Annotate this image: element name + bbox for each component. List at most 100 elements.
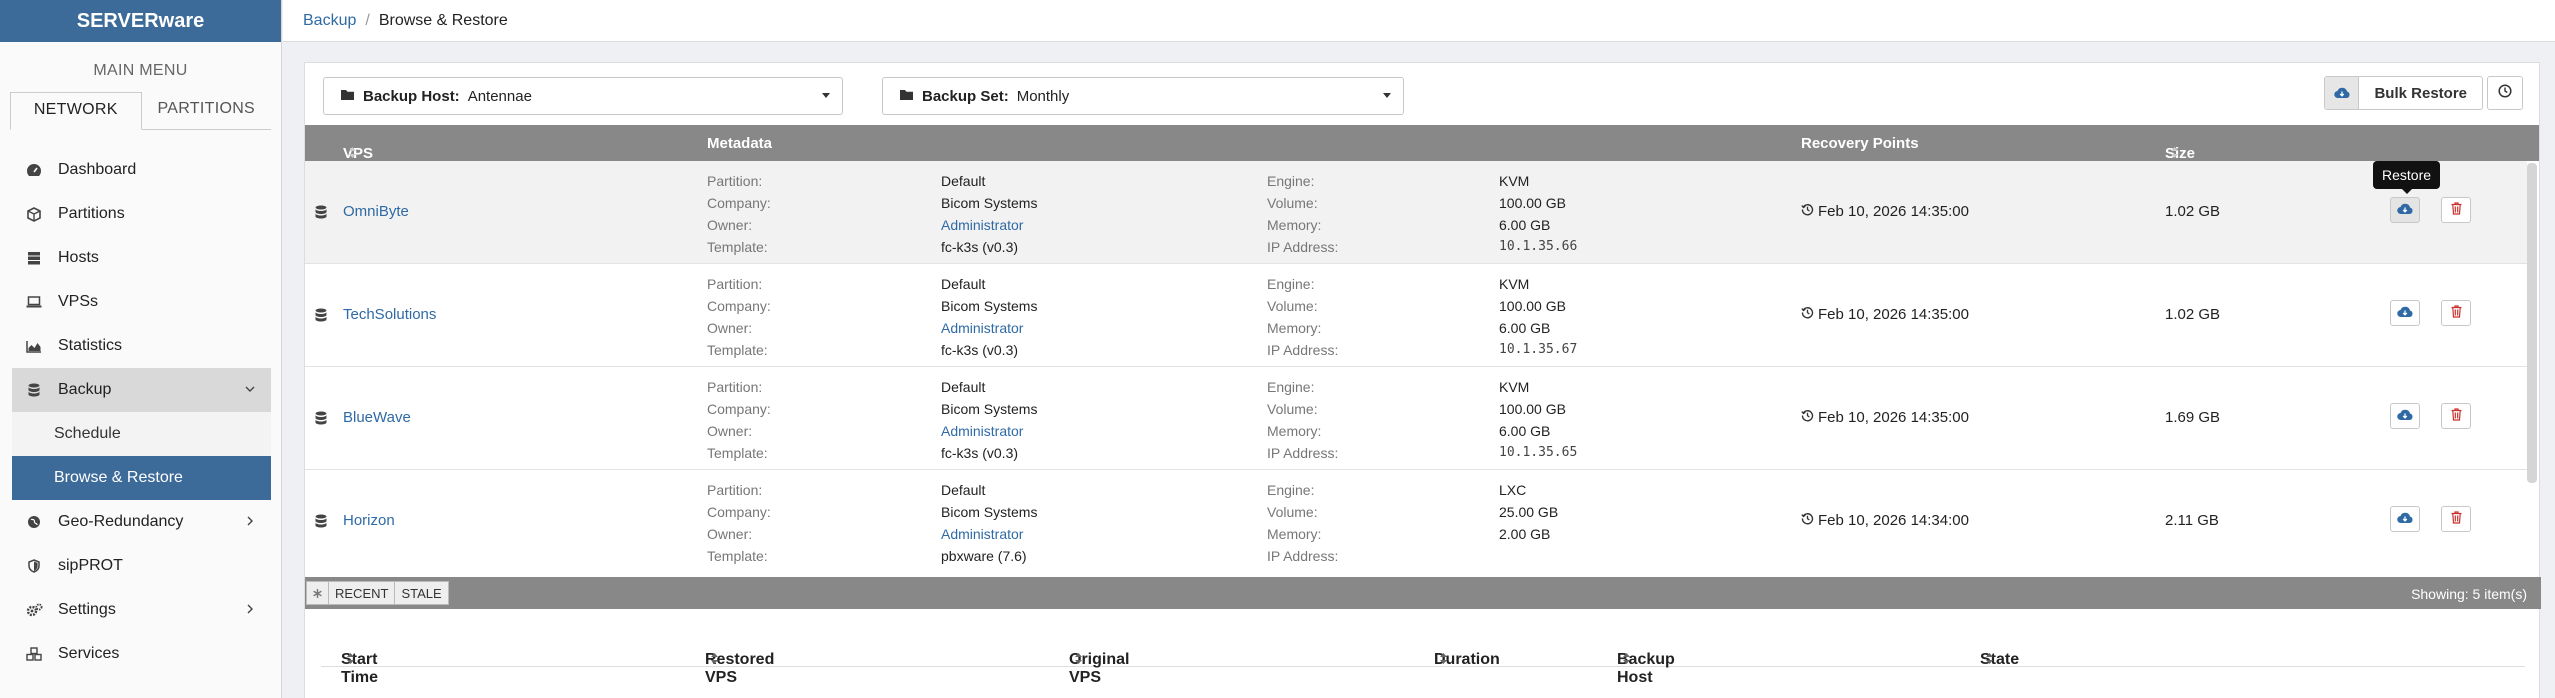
sort-icon (1623, 651, 1630, 669)
sidebar-item-vpss[interactable]: VPSs (12, 280, 271, 324)
sidebar-item-hosts[interactable]: Hosts (12, 236, 271, 280)
scrollbar[interactable] (2527, 163, 2537, 483)
filter-all-button[interactable] (307, 582, 329, 604)
metadata-values-right: KVM 100.00 GB 6.00 GB 10.1.35.65 (1499, 376, 1577, 464)
backup-set-select[interactable]: Backup Set: Monthly (882, 77, 1404, 115)
laptop-icon (24, 292, 44, 312)
company-key: Company: (707, 401, 771, 417)
template-key: Template: (707, 548, 768, 564)
sidebar-item-label: Hosts (58, 249, 99, 266)
sidebar-item-label: Statistics (58, 337, 123, 354)
history-button[interactable] (2487, 76, 2523, 110)
owner-link[interactable]: Administrator (941, 420, 1037, 442)
dashboard-icon (24, 160, 44, 180)
memory-value: 6.00 GB (1499, 423, 1551, 439)
tab-partitions[interactable]: PARTITIONS (142, 92, 272, 129)
sidebar-item-settings[interactable]: Settings (12, 588, 271, 632)
sidebar-item-dashboard[interactable]: Dashboard (12, 148, 271, 192)
sort-icon (2171, 145, 2178, 162)
owner-link[interactable]: Administrator (941, 523, 1037, 545)
filter-recent-button[interactable]: RECENT (329, 582, 396, 604)
bulk-restore-button[interactable]: Bulk Restore (2324, 76, 2483, 110)
restore-button[interactable] (2390, 403, 2420, 429)
sidebar-subitem-schedule[interactable]: Schedule (12, 412, 271, 456)
owner-link[interactable]: Administrator (941, 214, 1037, 236)
partition-key: Partition: (707, 379, 763, 395)
template-key: Template: (707, 239, 768, 255)
toolbar: Backup Host: Antennae Backup Set: Monthl… (305, 63, 2539, 125)
sidebar-subitem-browse-restore[interactable]: Browse & Restore (12, 456, 271, 500)
filter-stale-button[interactable]: STALE (395, 582, 447, 604)
column-header-metadata: Metadata (707, 135, 773, 152)
backup-set-label: Backup Set: (922, 87, 1009, 105)
memory-value: 2.00 GB (1499, 526, 1551, 542)
cube-icon (24, 204, 44, 224)
sidebar-item-label: Backup (58, 381, 112, 398)
clock-icon (2498, 83, 2512, 103)
metadata-keys-right: Engine: Volume: Memory: IP Address: (1267, 170, 1338, 258)
restore-button[interactable] (2390, 300, 2420, 326)
backup-set-value: Monthly (1016, 87, 1070, 105)
engine-key: Engine: (1267, 173, 1315, 189)
ip-key: IP Address: (1267, 342, 1339, 358)
volume-key: Volume: (1267, 298, 1318, 314)
volume-value: 100.00 GB (1499, 195, 1566, 211)
sidebar-item-services[interactable]: Services (12, 632, 271, 676)
delete-button[interactable] (2441, 197, 2471, 223)
volume-value: 100.00 GB (1499, 298, 1566, 314)
owner-link[interactable]: Administrator (941, 317, 1037, 339)
sidebar-item-sipprot[interactable]: sipPROT (12, 544, 271, 588)
recovery-point[interactable]: Feb 10, 2026 14:35:00 (1801, 409, 1969, 426)
recovery-point[interactable]: Feb 10, 2026 14:35:00 (1801, 306, 1969, 323)
metadata-keys-left: Partition: Company: Owner: Template: (707, 479, 771, 567)
metadata-values-right: KVM 100.00 GB 6.00 GB 10.1.35.66 (1499, 170, 1577, 258)
vps-name-link[interactable]: OmniByte (343, 203, 409, 220)
engine-key: Engine: (1267, 482, 1315, 498)
template-key: Template: (707, 342, 768, 358)
sidebar-item-partitions[interactable]: Partitions (12, 192, 271, 236)
recovery-point-time: Feb 10, 2026 14:35:00 (1818, 409, 1969, 426)
tab-network[interactable]: NETWORK (10, 92, 142, 130)
delete-button[interactable] (2441, 403, 2471, 429)
grid-footer: RECENT STALE Showing: 5 item(s) (305, 577, 2541, 609)
template-key: Template: (707, 445, 768, 461)
recovery-point[interactable]: Feb 10, 2026 14:35:00 (1801, 203, 1969, 220)
owner-key: Owner: (707, 423, 753, 439)
delete-button[interactable] (2441, 506, 2471, 532)
brand-logo[interactable]: SERVERware (0, 0, 281, 42)
trash-icon (2451, 511, 2462, 527)
vps-name-link[interactable]: Horizon (343, 512, 395, 529)
sidebar-item-backup[interactable]: Backup (12, 368, 271, 412)
breadcrumb-backup-link[interactable]: Backup (303, 12, 356, 30)
restore-button[interactable] (2390, 197, 2420, 223)
template-value: fc-k3s (v0.3) (941, 342, 1019, 358)
metadata-keys-right: Engine: Volume: Memory: IP Address: (1267, 479, 1338, 567)
sort-icon (711, 651, 718, 669)
vps-name-link[interactable]: BlueWave (343, 409, 411, 426)
ip-address-value: 10.1.35.65 (1499, 445, 1578, 460)
recovery-point[interactable]: Feb 10, 2026 14:34:00 (1801, 512, 1969, 529)
sidebar-item-geo-redundancy[interactable]: Geo-Redundancy (12, 500, 271, 544)
column-label: Size (2165, 145, 2196, 162)
page-title: Browse & Restore (378, 11, 508, 29)
vps-name-link[interactable]: TechSolutions (343, 306, 436, 323)
database-icon (315, 411, 327, 429)
sidebar-item-label: Services (58, 645, 120, 662)
company-key: Company: (707, 195, 771, 211)
menu-tabs: NETWORK PARTITIONS (10, 92, 271, 130)
table-row: OmniByte Partition: Company: Owner: Temp… (305, 161, 2527, 264)
partition-value: Default (941, 379, 986, 395)
delete-button[interactable] (2441, 300, 2471, 326)
company-key: Company: (707, 504, 771, 520)
restore-button[interactable] (2390, 506, 2420, 532)
sidebar-item-statistics[interactable]: Statistics (12, 324, 271, 368)
company-key: Company: (707, 298, 771, 314)
metadata-values-right: LXC 25.00 GB 2.00 GB (1499, 479, 1558, 567)
shield-icon (24, 556, 44, 576)
backup-host-value: Antennae (467, 87, 532, 105)
breadcrumb: Backup / Browse & Restore (283, 0, 2555, 42)
asterisk-icon (313, 586, 322, 601)
backup-host-select[interactable]: Backup Host: Antennae (323, 77, 843, 115)
menu-title: MAIN MENU (93, 62, 188, 79)
company-value: Bicom Systems (941, 504, 1038, 520)
